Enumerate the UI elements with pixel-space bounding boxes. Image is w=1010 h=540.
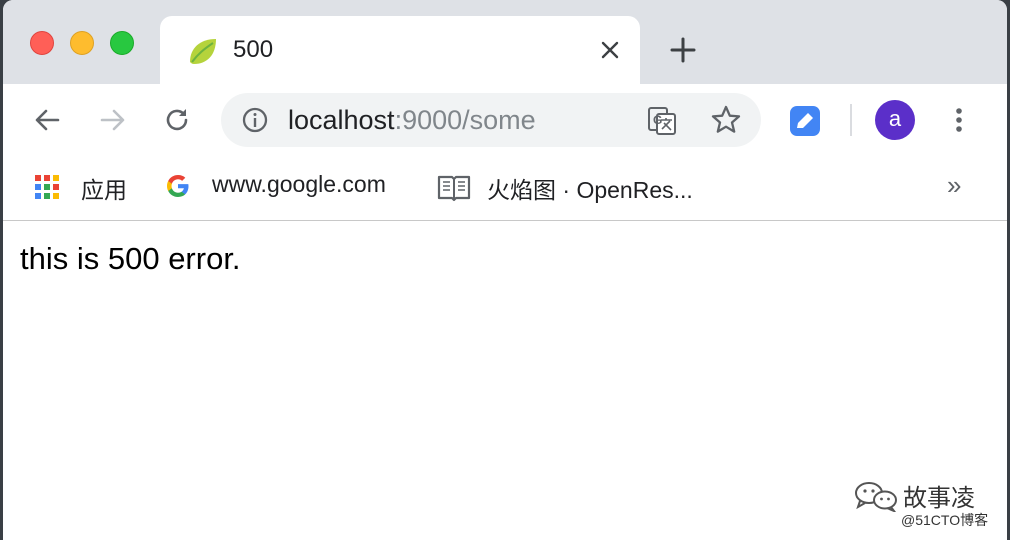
window-close-button[interactable]	[30, 31, 54, 55]
new-tab-icon[interactable]	[667, 34, 699, 66]
translate-icon[interactable]: G	[646, 105, 678, 137]
spring-leaf-icon	[190, 39, 216, 64]
profile-avatar[interactable]: a	[875, 100, 915, 140]
wechat-icon	[855, 482, 897, 512]
watermark-name: 故事凌	[903, 485, 975, 512]
bookmark-label: www.google.com	[212, 171, 386, 197]
url-host: localhost	[288, 105, 395, 135]
address-bar[interactable]: localhost:9000/some G	[221, 93, 761, 147]
error-message: this is 500 error.	[20, 241, 241, 276]
bookmark-label: 火焰图 · OpenRes...	[487, 177, 693, 203]
extension-pencil-icon[interactable]	[788, 104, 822, 138]
forward-arrow-icon[interactable]	[97, 104, 129, 136]
toolbar: localhost:9000/some G a	[3, 84, 1007, 156]
toolbar-divider	[850, 104, 852, 136]
tab-close-icon[interactable]	[596, 36, 624, 64]
bookmark-label: 应用	[81, 177, 127, 203]
window-minimize-button[interactable]	[70, 31, 94, 55]
bookmarks-more-chevron[interactable]: »	[947, 170, 961, 201]
window-maximize-button[interactable]	[110, 31, 134, 55]
watermark: 故事凌 @51CTO博客	[853, 476, 1007, 536]
reload-icon[interactable]	[161, 104, 193, 136]
url-text[interactable]: localhost:9000/some	[288, 105, 536, 136]
back-arrow-icon[interactable]	[31, 104, 63, 136]
watermark-source: @51CTO博客	[901, 512, 989, 528]
url-path: :9000/some	[394, 105, 536, 135]
google-icon	[167, 175, 189, 197]
bookmarks-bar: 应用 www.google.com 火焰图 · OpenRes... »	[3, 156, 1007, 221]
browser-window: 500 localhost:9000/some G a 应用 www.googl…	[3, 0, 1007, 540]
tab-strip: 500	[3, 0, 1007, 84]
tab-title: 500	[233, 36, 274, 63]
book-icon	[437, 175, 471, 202]
info-icon[interactable]	[241, 106, 269, 134]
tab-active[interactable]: 500	[160, 16, 640, 84]
page-content: this is 500 error. 故事凌 @51CTO博客	[3, 221, 1007, 540]
menu-dots-icon[interactable]	[947, 104, 971, 136]
bookmark-star-icon[interactable]	[710, 104, 742, 136]
svg-text:G: G	[653, 113, 662, 127]
apps-grid-icon	[35, 175, 59, 199]
